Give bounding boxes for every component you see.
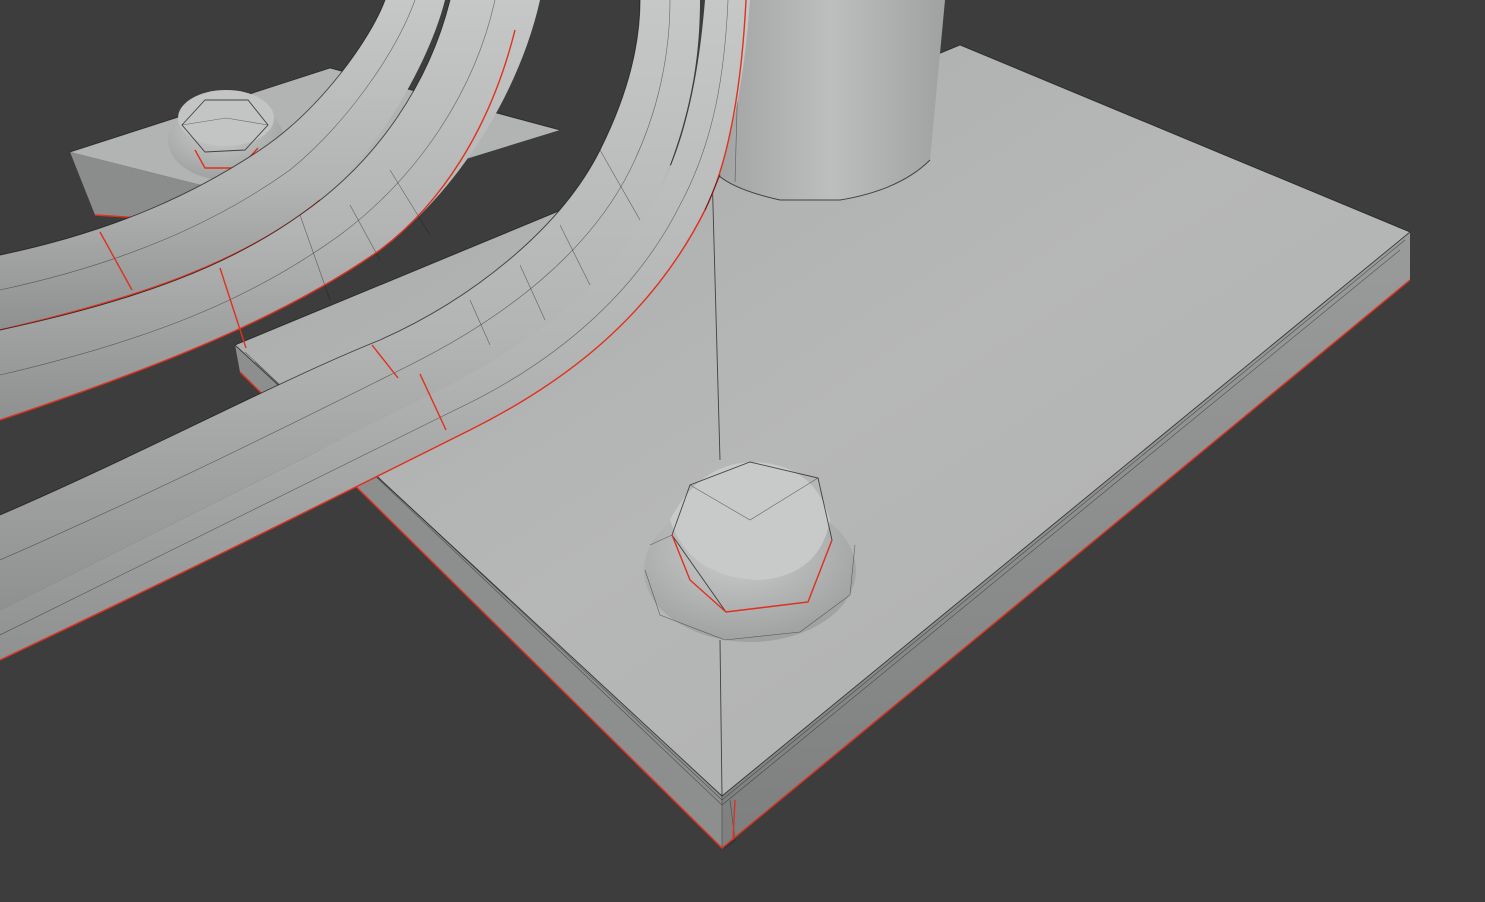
- viewport-canvas[interactable]: [0, 0, 1485, 902]
- 3d-viewport[interactable]: [0, 0, 1485, 902]
